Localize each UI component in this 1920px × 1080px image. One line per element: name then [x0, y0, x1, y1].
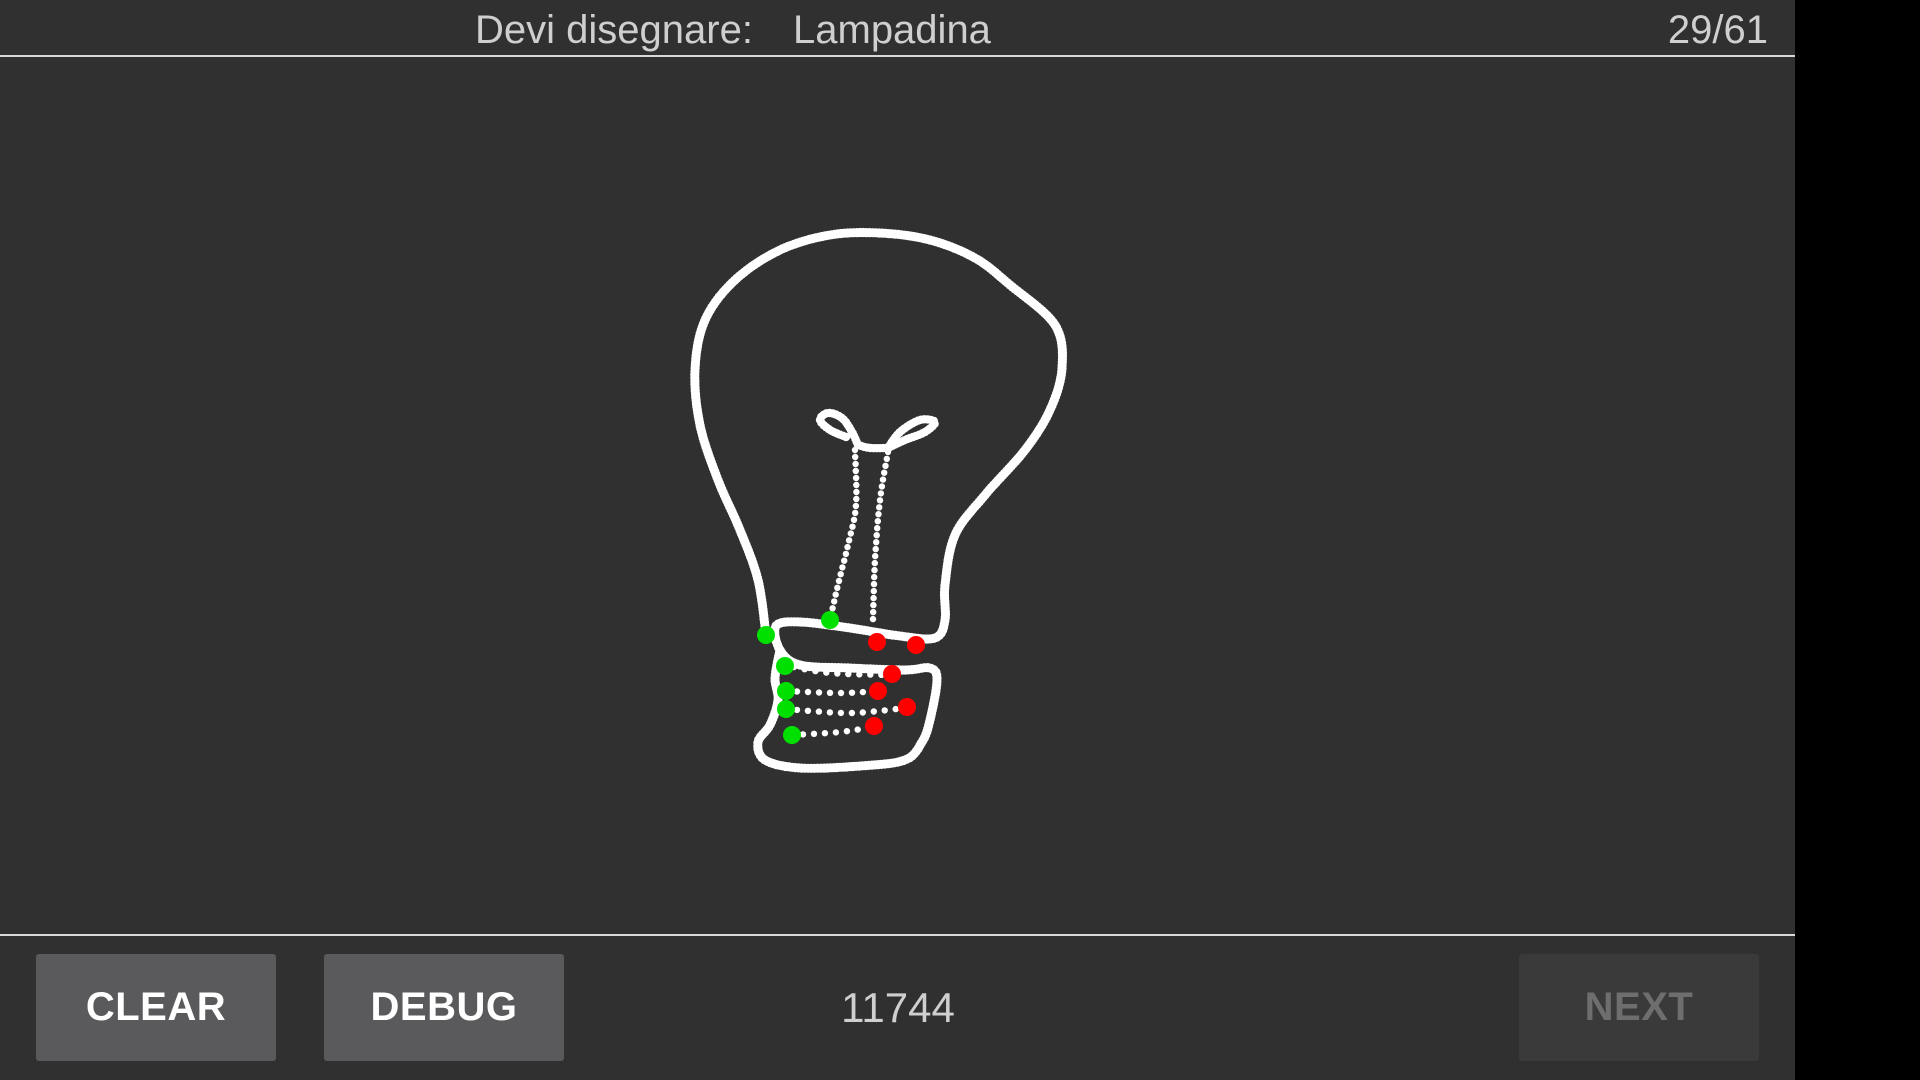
stroke-start-marker	[821, 611, 839, 629]
prompt-word: Lampadina	[793, 8, 991, 52]
footer-divider	[0, 934, 1795, 936]
stroke-start-marker	[757, 626, 775, 644]
filament-right-loop	[883, 415, 939, 453]
stroke-end-marker	[907, 636, 925, 654]
stroke-end-marker	[883, 665, 901, 683]
base-thread-2	[782, 687, 878, 697]
drawing-svg	[690, 227, 1068, 773]
stroke-end-marker	[865, 717, 883, 735]
screen-edge	[1795, 0, 1920, 1080]
filament-wire-right	[869, 448, 892, 623]
stroke-end-marker	[898, 698, 916, 716]
clear-button[interactable]: CLEAR	[36, 954, 276, 1061]
stroke-end-marker	[868, 633, 886, 651]
drawing-canvas[interactable]	[0, 57, 1795, 934]
stroke-start-marker	[777, 682, 795, 700]
stroke-end-marker	[869, 682, 887, 700]
base-thread-3	[782, 705, 899, 717]
stroke-start-marker	[776, 657, 794, 675]
top-bar: Devi disegnare: Lampadina 29/61	[0, 0, 1795, 57]
stroke-start-marker	[777, 700, 795, 718]
score-value: 11744	[841, 984, 955, 1031]
filament-wire-left	[827, 446, 860, 619]
filament-top-stroke	[853, 440, 891, 453]
game-screen: Devi disegnare: Lampadina 29/61 CLEAR DE…	[0, 0, 1795, 1080]
debug-button[interactable]: DEBUG	[324, 954, 564, 1061]
prompt-label: Devi disegnare:	[475, 8, 753, 52]
stroke-start-marker	[783, 726, 801, 744]
next-button[interactable]: NEXT	[1519, 954, 1759, 1061]
progress-counter: 29/61	[1667, 8, 1768, 52]
base-thread-4	[788, 724, 872, 739]
